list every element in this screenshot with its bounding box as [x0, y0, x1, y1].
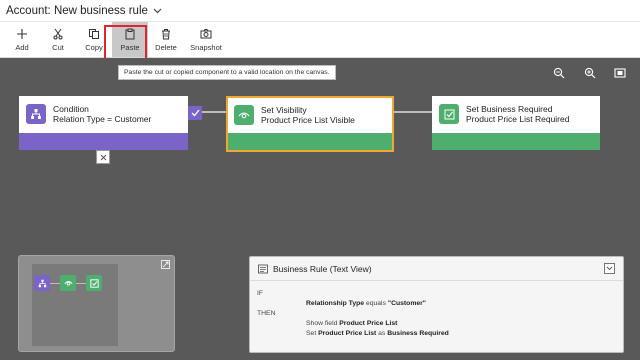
trash-icon: [162, 28, 170, 39]
minimap-condition-icon: [34, 275, 50, 291]
set-visibility-bar: [228, 133, 392, 150]
cut-button[interactable]: Cut: [40, 22, 76, 57]
design-canvas[interactable]: Paste the cut or copied component to a v…: [0, 58, 640, 360]
minimap-link: [76, 283, 86, 284]
minimap-eye-icon: [60, 275, 76, 291]
action-line-1: Show field Product Price List: [306, 320, 397, 327]
action-line-2: Set Product Price List as Business Requi…: [306, 330, 449, 337]
set-business-required-subtitle: Product Price List Required: [466, 114, 570, 124]
condition-bar: [19, 133, 188, 150]
set-business-required-title: Set Business Required: [466, 104, 553, 114]
chevron-down-icon[interactable]: [153, 6, 163, 16]
collapse-icon[interactable]: [604, 263, 615, 274]
then-keyword: THEN: [257, 310, 276, 317]
zoom-in-icon[interactable]: [583, 66, 597, 80]
scissors-icon: [53, 28, 63, 39]
paste-button[interactable]: Paste: [112, 22, 148, 57]
connector-line: [394, 111, 432, 113]
checkbox-icon: [439, 104, 459, 124]
add-button[interactable]: Add: [4, 22, 40, 57]
condition-op: equals: [365, 300, 386, 307]
condition-subtitle: Relation Type = Customer: [53, 114, 152, 124]
copy-icon: [89, 28, 99, 39]
condition-value: "Customer": [387, 300, 427, 307]
set-business-required-bar: [432, 133, 600, 150]
snapshot-button[interactable]: Snapshot: [184, 22, 228, 57]
action1-prefix: Show field: [306, 320, 338, 327]
text-view-panel: Business Rule (Text View) IF Relationshi…: [249, 256, 624, 353]
text-view-title: Business Rule (Text View): [273, 263, 372, 274]
copy-label: Copy: [85, 42, 103, 52]
checkmark-icon[interactable]: [188, 106, 202, 120]
paste-label: Paste: [120, 42, 140, 52]
action2-field: Product Price List: [318, 330, 377, 337]
minimap-checkbox-icon: [86, 275, 102, 291]
action2-prefix: Set: [306, 330, 317, 337]
condition-icon: [26, 104, 46, 124]
plus-icon: [17, 28, 27, 39]
text-view-icon: [258, 264, 268, 273]
expand-icon[interactable]: [161, 260, 170, 269]
toolbar: Add Cut Copy Paste Delete Snapshot: [0, 22, 640, 58]
snapshot-label: Snapshot: [190, 42, 222, 52]
set-visibility-title: Set Visibility: [261, 105, 307, 115]
minimap[interactable]: [18, 255, 175, 352]
set-business-required-node[interactable]: Set Business Required Product Price List…: [432, 96, 600, 150]
condition-title: Condition: [53, 104, 89, 114]
cut-label: Cut: [52, 42, 64, 52]
clipboard-icon: [125, 28, 135, 39]
close-icon[interactable]: [96, 150, 110, 164]
action1-field: Product Price List: [339, 320, 398, 327]
action2-value: Business Required: [387, 330, 449, 337]
action2-mid: as: [378, 330, 386, 337]
copy-button[interactable]: Copy: [76, 22, 112, 57]
text-view-header: Business Rule (Text View): [250, 257, 623, 281]
fit-to-screen-icon[interactable]: [613, 66, 627, 80]
add-label: Add: [15, 42, 29, 52]
set-visibility-subtitle: Product Price List Visible: [261, 115, 355, 125]
delete-label: Delete: [155, 42, 177, 52]
zoom-out-icon[interactable]: [552, 66, 566, 80]
title-bar: Account: New business rule: [0, 0, 640, 22]
set-visibility-node[interactable]: Set Visibility Product Price List Visibl…: [226, 96, 394, 152]
condition-line: Relationship Type equals "Customer": [306, 300, 426, 307]
condition-field: Relationship Type: [306, 300, 365, 307]
eye-icon: [234, 105, 254, 125]
condition-node[interactable]: Condition Relation Type = Customer: [19, 96, 188, 150]
minimap-link: [50, 283, 60, 284]
camera-icon: [200, 28, 212, 38]
delete-button[interactable]: Delete: [148, 22, 184, 57]
rule-title: Account: New business rule: [6, 4, 148, 17]
if-keyword: IF: [257, 290, 264, 297]
paste-tooltip: Paste the cut or copied component to a v…: [118, 65, 336, 80]
